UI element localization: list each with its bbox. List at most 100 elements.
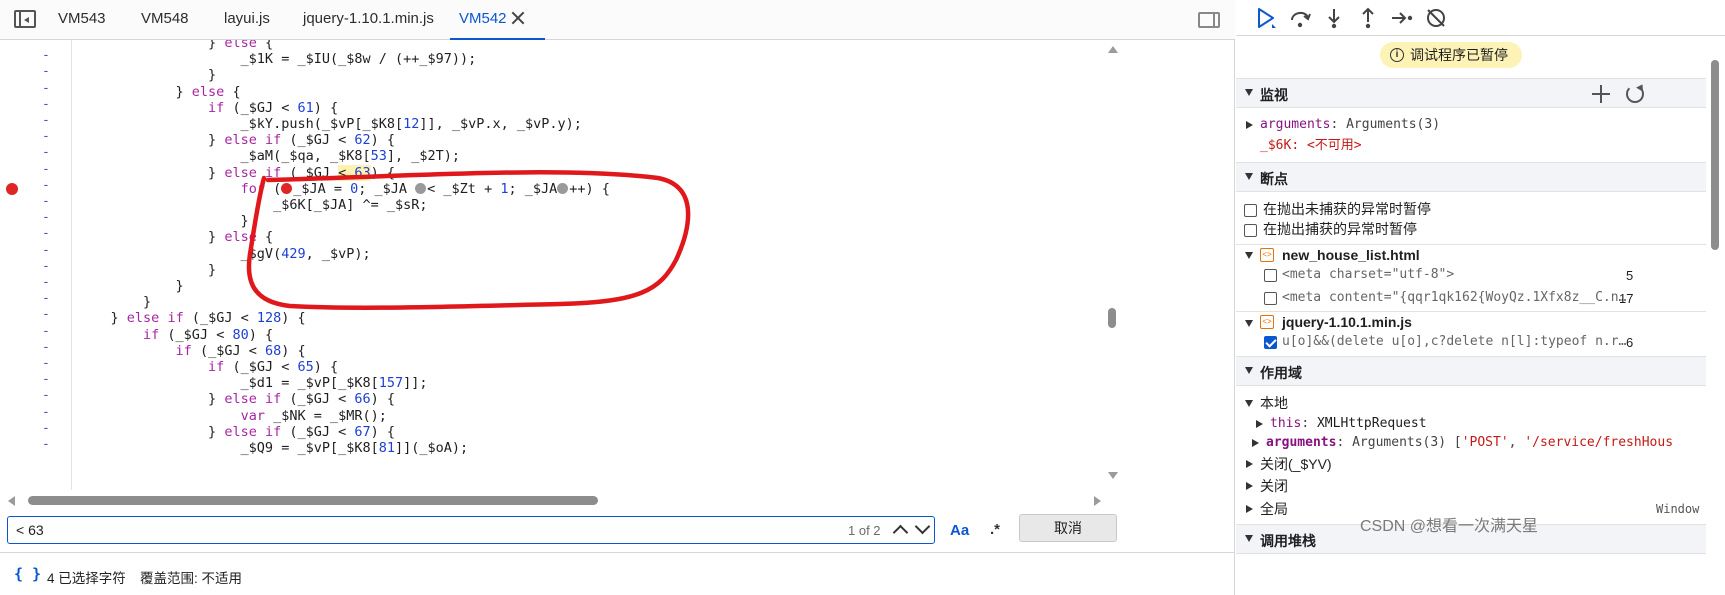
gutter-marker: - [42, 48, 50, 64]
breakpoint-line-number: 5 [1626, 268, 1634, 283]
breakpoint-checkbox[interactable] [1264, 292, 1277, 305]
collapse-triangle-icon[interactable] [1245, 252, 1253, 259]
pretty-print-icon[interactable]: { } [14, 565, 41, 583]
gutter-marker: - [42, 291, 50, 307]
coverage-status: 覆盖范围: 不适用 [140, 571, 243, 586]
scope-closure-yv[interactable]: 关闭(_$YV) [1260, 455, 1332, 473]
watch-item-6k[interactable]: _$6K: <不可用> [1260, 137, 1362, 155]
breakpoint-checkbox-checked[interactable] [1264, 336, 1277, 349]
gutter-marker: - [42, 64, 50, 80]
scope-closure[interactable]: 关闭 [1260, 477, 1288, 495]
scope-global[interactable]: 全局 [1260, 500, 1288, 518]
code-editor[interactable]: -------------------------- } else { _$1K… [0, 40, 1120, 490]
regex-button[interactable]: .* [990, 521, 1000, 538]
collapse-triangle-icon[interactable] [1245, 173, 1253, 180]
code-line[interactable]: _$Q9 = _$vP[_$K8[81]](_$oA); [78, 439, 469, 457]
callstack-title: 调用堆栈 [1260, 533, 1316, 549]
editor-horizontal-scrollbar[interactable] [0, 492, 1120, 508]
expand-triangle-icon[interactable] [1256, 420, 1263, 428]
watch-title: 监视 [1260, 87, 1288, 103]
gutter-line[interactable]: - [0, 437, 72, 457]
step-out-icon[interactable] [1356, 6, 1380, 30]
step-into-icon[interactable] [1322, 6, 1346, 30]
collapse-triangle-icon[interactable] [1245, 535, 1253, 542]
editor-tab-bar: VM543 VM548 layui.js jquery-1.10.1.min.j… [0, 0, 1235, 40]
line-gutter[interactable]: -------------------------- [0, 40, 72, 490]
scroll-left-arrow-icon[interactable] [8, 496, 15, 506]
info-icon: i [1390, 48, 1404, 62]
gutter-marker: - [42, 388, 50, 404]
divider [1236, 244, 1706, 245]
breakpoint-marker-icon[interactable] [6, 182, 18, 195]
html-file-icon: <> [1260, 248, 1274, 262]
toggle-navigator-icon[interactable] [14, 10, 36, 28]
scope-title: 作用域 [1260, 365, 1302, 381]
divider [1236, 311, 1706, 312]
scope-item-this[interactable]: this: XMLHttpRequest [1270, 415, 1427, 433]
gutter-marker: - [42, 96, 50, 112]
toggle-debugger-icon[interactable] [1198, 12, 1220, 28]
pause-uncaught-checkbox[interactable] [1244, 204, 1257, 217]
breakpoints-section-header[interactable]: 断点 [1236, 162, 1706, 192]
search-bar: < 63 1 of 2 Aa .* 取消 [0, 510, 1235, 550]
step-over-icon[interactable] [1288, 6, 1312, 30]
gutter-marker: - [42, 323, 50, 339]
gutter-marker: - [42, 113, 50, 128]
horizontal-scroll-thumb[interactable] [28, 496, 598, 505]
resume-icon[interactable] [1254, 6, 1278, 30]
debugger-scroll-thumb[interactable] [1711, 60, 1719, 250]
csdn-watermark: CSDN @想看一次满天星 [1360, 518, 1539, 535]
watch-item-arguments[interactable]: arguments: Arguments(3) [1260, 116, 1440, 134]
editor-vertical-scrollbar[interactable] [1104, 40, 1120, 490]
scope-local[interactable]: 本地 [1260, 394, 1288, 412]
scope-section-header[interactable]: 作用域 [1236, 356, 1706, 386]
status-bar: { } 4 已选择字符 覆盖范围: 不适用 [0, 552, 1235, 595]
breakpoint-checkbox[interactable] [1264, 269, 1277, 282]
step-icon[interactable] [1390, 6, 1414, 30]
search-input[interactable]: < 63 [7, 516, 935, 544]
pause-caught-label: 在抛出捕获的异常时暂停 [1263, 221, 1417, 237]
scroll-down-arrow-icon[interactable] [1108, 472, 1118, 479]
tab-vm542[interactable]: VM542 [450, 0, 545, 40]
collapse-triangle-icon[interactable] [1245, 400, 1253, 407]
gutter-marker: - [42, 210, 50, 226]
pause-caught-checkbox[interactable] [1244, 224, 1257, 237]
tab-jquery[interactable]: jquery-1.10.1.min.js [303, 0, 434, 40]
gutter-marker: - [42, 194, 50, 209]
debugger-sidebar: i 调试程序已暂停 监视 arguments: Arguments(3) _$6… [1236, 0, 1725, 595]
tab-vm548[interactable]: VM548 [141, 0, 189, 40]
deactivate-breakpoints-icon[interactable] [1424, 6, 1448, 30]
vertical-scroll-thumb[interactable] [1108, 308, 1116, 328]
expand-triangle-icon[interactable] [1246, 482, 1253, 490]
breakpoint-code[interactable]: u[o]&&(delete u[o],c?delete n[l]:typeof … [1282, 333, 1626, 351]
add-watch-icon[interactable] [1592, 85, 1610, 103]
match-case-button[interactable]: Aa [950, 522, 969, 539]
scroll-up-arrow-icon[interactable] [1108, 46, 1118, 53]
debugger-vertical-scrollbar[interactable] [1708, 36, 1722, 595]
chevron-up-icon[interactable] [892, 522, 908, 538]
watch-section-header[interactable]: 监视 [1236, 78, 1706, 108]
collapse-triangle-icon[interactable] [1245, 367, 1253, 374]
scope-item-arguments[interactable]: arguments: Arguments(3) ['POST', '/servi… [1266, 434, 1673, 452]
expand-triangle-icon[interactable] [1246, 121, 1253, 129]
close-icon[interactable] [510, 10, 526, 26]
collapse-triangle-icon[interactable] [1245, 320, 1253, 327]
breakpoint-code[interactable]: <meta content="{qqr1qk162{WoyQz.1Xfx8z__… [1282, 289, 1626, 307]
cancel-button[interactable]: 取消 [1019, 514, 1117, 542]
breakpoint-line-number: 17 [1619, 291, 1634, 306]
breakpoint-file-name[interactable]: new_house_list.html [1282, 246, 1420, 264]
breakpoint-file-name[interactable]: jquery-1.10.1.min.js [1282, 313, 1412, 331]
breakpoint-code[interactable]: <meta charset="utf-8"> [1282, 266, 1454, 284]
chevron-down-icon[interactable] [914, 522, 930, 538]
expand-triangle-icon[interactable] [1246, 460, 1253, 468]
tab-layui[interactable]: layui.js [224, 0, 270, 40]
refresh-icon[interactable] [1626, 85, 1644, 103]
tab-vm543[interactable]: VM543 [58, 0, 106, 40]
expand-triangle-icon[interactable] [1246, 505, 1253, 513]
collapse-triangle-icon[interactable] [1245, 89, 1253, 96]
gutter-marker: - [42, 339, 50, 355]
scroll-right-arrow-icon[interactable] [1094, 496, 1101, 506]
expand-triangle-icon[interactable] [1252, 439, 1259, 447]
gutter-marker: - [42, 226, 50, 242]
gutter-marker: - [42, 177, 50, 193]
